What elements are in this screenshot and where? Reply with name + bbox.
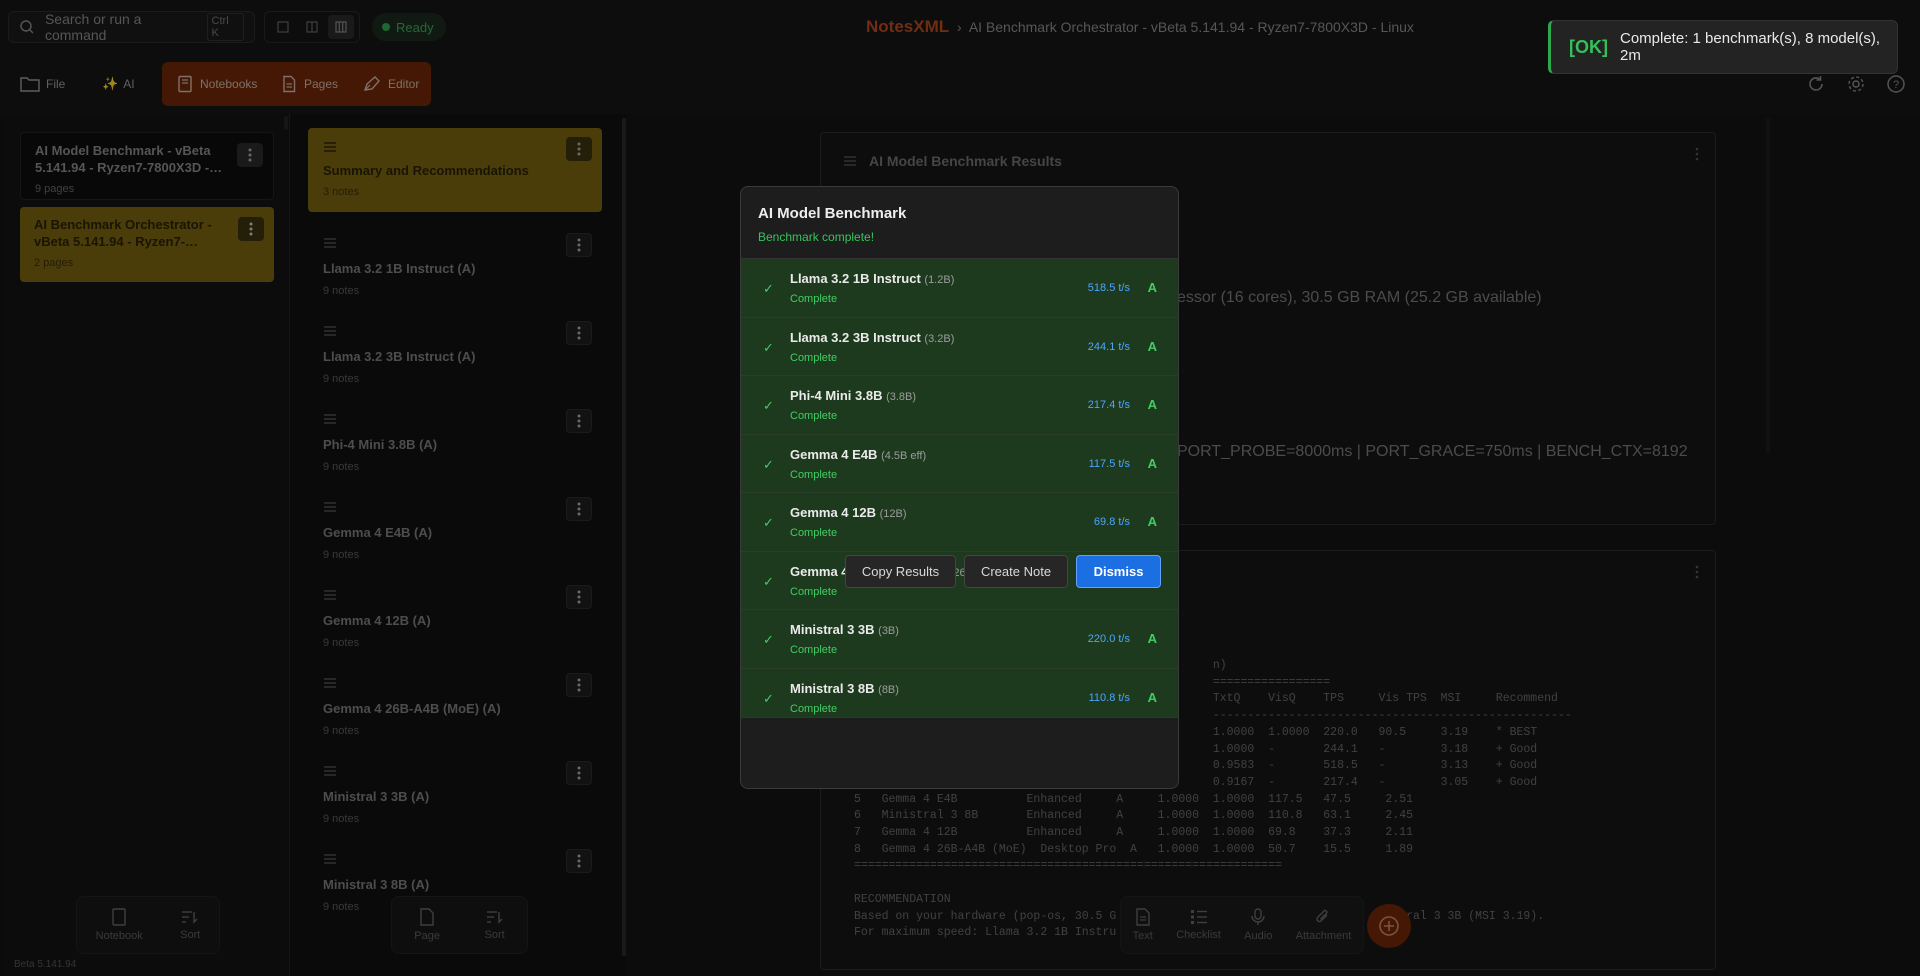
benchmark-modal: AI Model Benchmark Benchmark complete! ✓… (740, 186, 1179, 789)
toast-tag: [OK] (1569, 36, 1608, 57)
model-size: (4.5B eff) (881, 449, 927, 462)
benchmark-result-row: ✓ Ministral 3 8B (8B) Complete 110.8 t/s A (741, 668, 1178, 717)
model-name: Llama 3.2 1B Instruct (1.2B) (790, 271, 954, 286)
benchmark-result-row: ✓ Llama 3.2 3B Instruct (3.2B) Complete 244… (741, 317, 1178, 376)
model-size: (1.2B) (924, 274, 955, 286)
modal-title: AI Model Benchmark (758, 205, 907, 222)
model-tps: 217.4 t/s (1087, 399, 1130, 411)
model-status: Complete (790, 585, 838, 598)
model-name: Ministral 3 8B (8B) (790, 681, 899, 696)
check-icon: ✓ (763, 690, 774, 706)
benchmark-results-list[interactable]: ✓ Llama 3.2 1B Instruct (1.2B) Complete 518… (741, 258, 1178, 717)
check-icon: ✓ (763, 281, 774, 296)
model-status: Complete (790, 351, 838, 364)
benchmark-result-row: ✓ Gemma 4 12B (12B) Complete 69.8 t/s A (741, 493, 1178, 552)
model-name-text: Gemma 4 12B (790, 505, 876, 520)
model-name-text: Phi-4 Mini 3.8B (790, 388, 883, 403)
check-icon: ✓ (763, 339, 774, 355)
model-grade: A (1147, 689, 1157, 705)
check-icon: ✓ (763, 398, 774, 413)
model-grade: A (1147, 397, 1157, 412)
model-status: Complete (790, 527, 838, 539)
toast-notification: [OK] Complete: 1 benchmark(s), 8 model(s… (1548, 20, 1898, 74)
model-status: Complete (790, 644, 838, 656)
copy-results-button[interactable]: Copy Results (845, 555, 956, 588)
model-grade: A (1147, 631, 1157, 646)
model-status: Complete (790, 410, 838, 422)
model-grade: A (1147, 455, 1157, 471)
model-status: Complete (790, 702, 838, 715)
model-tps: 117.5 t/s (1088, 457, 1130, 470)
model-tps: 518.5 t/s (1087, 282, 1130, 294)
model-grade: A (1147, 280, 1157, 295)
model-size: (3.2B) (924, 332, 955, 345)
model-tps: 220.0 t/s (1087, 633, 1130, 645)
benchmark-result-row: ✓ Gemma 4 E4B (4.5B eff) Complete 117.5 t/s… (741, 434, 1178, 493)
model-name: Gemma 4 12B (12B) (790, 505, 907, 520)
model-tps: 69.8 t/s (1093, 516, 1130, 528)
model-grade: A (1147, 514, 1157, 529)
model-name: Gemma 4 E4B (4.5B eff) (790, 447, 926, 462)
check-icon: ✓ (763, 515, 774, 530)
modal-footer (741, 717, 1178, 788)
benchmark-result-row: ✓ Ministral 3 3B (3B) Complete 220.0 t/s A (741, 610, 1178, 669)
model-name-text: Gemma 4 E4B (790, 446, 878, 462)
model-tps: 244.1 t/s (1087, 340, 1130, 353)
check-icon: ✓ (763, 456, 774, 472)
model-name: Phi-4 Mini 3.8B (3.8B) (790, 388, 916, 403)
model-size: (8B) (878, 683, 899, 696)
benchmark-result-row: ✓ Llama 3.2 1B Instruct (1.2B) Complete 518… (741, 259, 1178, 318)
model-name: Ministral 3 3B (3B) (790, 622, 899, 637)
model-tps: 110.8 t/s (1088, 691, 1130, 704)
benchmark-result-row: ✓ Phi-4 Mini 3.8B (3.8B) Complete 217.4 t/s… (741, 376, 1178, 435)
model-size: (3.8B) (886, 391, 917, 403)
model-name-text: Ministral 3 3B (790, 622, 875, 637)
toast-message: Complete: 1 benchmark(s), 8 model(s), 2m (1620, 30, 1881, 64)
model-status: Complete (790, 293, 838, 305)
check-icon: ✓ (763, 632, 774, 647)
model-name-text: Ministral 3 8B (790, 680, 875, 696)
model-size: (12B) (879, 508, 907, 520)
model-name: Llama 3.2 3B Instruct (3.2B) (790, 330, 954, 345)
create-note-button[interactable]: Create Note (964, 555, 1068, 588)
model-status: Complete (790, 468, 838, 481)
model-name-text: Llama 3.2 3B Instruct (790, 329, 921, 345)
modal-subtitle: Benchmark complete! (758, 230, 875, 244)
model-grade: A (1147, 338, 1157, 354)
check-icon: ✓ (763, 573, 774, 589)
model-size: (3B) (878, 625, 899, 637)
model-name-text: Llama 3.2 1B Instruct (790, 271, 921, 286)
dismiss-button[interactable]: Dismiss (1076, 555, 1161, 588)
